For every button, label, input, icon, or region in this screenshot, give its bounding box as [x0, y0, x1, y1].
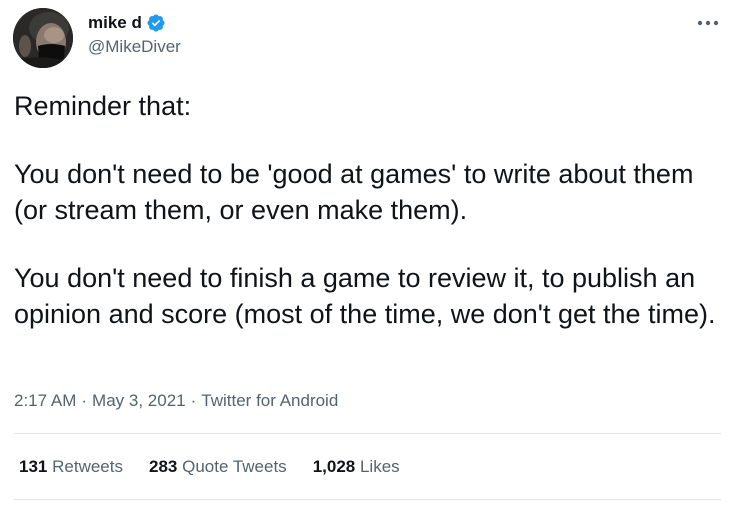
quote-tweets-stat[interactable]: 283 Quote Tweets — [149, 457, 287, 477]
retweets-stat[interactable]: 131 Retweets — [19, 457, 123, 477]
divider — [14, 499, 721, 500]
author-handle[interactable]: @MikeDiver — [88, 37, 181, 57]
likes-count: 1,028 — [312, 457, 356, 476]
retweets-label: Retweets — [52, 457, 123, 476]
tweet-text-paragraph: Reminder that: — [14, 91, 192, 121]
retweets-count: 131 — [19, 457, 48, 476]
tweet-text-paragraph: You don't need to be 'good at games' to … — [14, 159, 701, 225]
likes-label: Likes — [359, 457, 400, 476]
quote-tweets-label: Quote Tweets — [182, 457, 287, 476]
tweet-text: Reminder that: You don't need to be 'goo… — [14, 88, 726, 332]
tweet: mike d @MikeDiver Reminder that: You don… — [0, 0, 739, 507]
avatar[interactable] — [13, 8, 73, 68]
verified-badge-icon — [146, 13, 166, 33]
more-options-button[interactable] — [693, 12, 723, 34]
divider — [14, 433, 721, 434]
tweet-metadata: 2:17 AM · May 3, 2021 · Twitter for Android — [14, 391, 338, 411]
author-name-row[interactable]: mike d — [88, 11, 166, 35]
profile-photo — [13, 8, 73, 68]
quote-tweets-count: 283 — [148, 457, 178, 476]
more-horizontal-icon — [697, 20, 719, 26]
author-display-name[interactable]: mike d — [88, 13, 142, 33]
tweet-time[interactable]: 2:17 AM — [14, 391, 76, 410]
tweet-source[interactable]: Twitter for Android — [201, 391, 338, 410]
tweet-text-paragraph: You don't need to finish a game to revie… — [14, 263, 716, 329]
meta-separator: · — [190, 391, 197, 410]
meta-separator: · — [81, 391, 88, 410]
likes-stat[interactable]: 1,028 Likes — [313, 457, 400, 477]
tweet-date[interactable]: May 3, 2021 — [92, 391, 186, 410]
engagement-stats: 131 Retweets 283 Quote Tweets 1,028 Like… — [19, 457, 400, 477]
